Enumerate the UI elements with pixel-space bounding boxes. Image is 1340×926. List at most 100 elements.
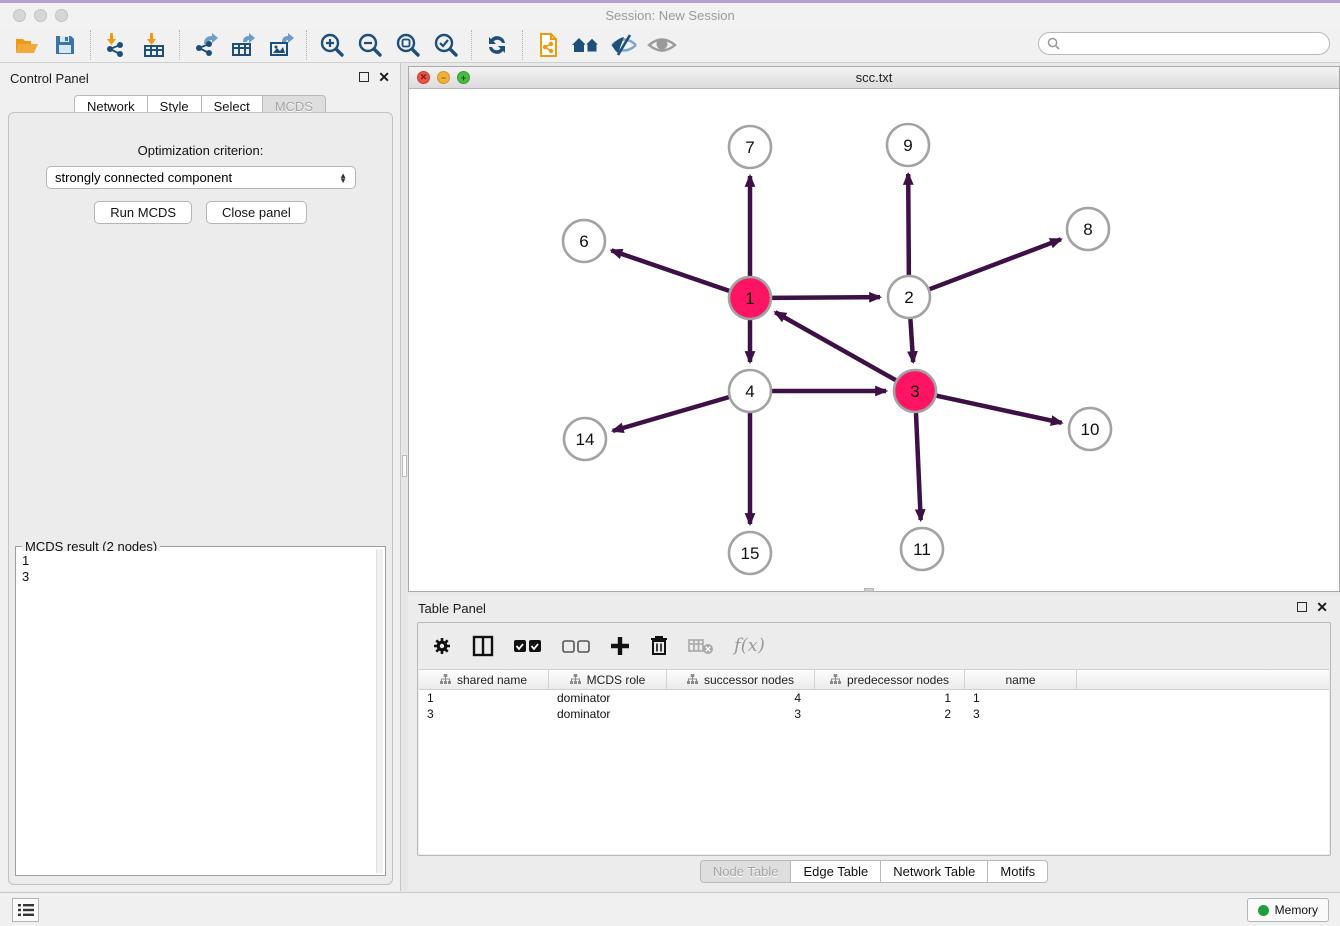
table-cell[interactable]: 1 <box>815 690 965 706</box>
columns-icon[interactable] <box>472 635 494 657</box>
dropdown-stepper-icon: ▲▼ <box>339 173 347 183</box>
table-toolbar: f(x) <box>418 623 1330 668</box>
float-panel-icon[interactable] <box>359 72 369 82</box>
export-image-icon <box>268 32 294 58</box>
node-table-container: f(x) shared nameMCDS rolesuccessor nodes… <box>417 622 1331 856</box>
control-panel-title: Control Panel <box>10 71 89 86</box>
zoom-selected-button[interactable] <box>429 30 463 60</box>
network-from-file-button[interactable] <box>531 30 565 60</box>
edge-4-14[interactable] <box>613 397 729 431</box>
main-toolbar <box>0 28 1340 63</box>
export-network-button[interactable] <box>188 30 222 60</box>
edge-2-9[interactable] <box>908 174 909 275</box>
float-table-panel-icon[interactable] <box>1297 602 1307 612</box>
export-image-button[interactable] <box>264 30 298 60</box>
export-table-button[interactable] <box>226 30 260 60</box>
network-window-titlebar[interactable]: ✕ − + scc.txt <box>409 67 1339 89</box>
show-task-history-button[interactable] <box>12 898 39 922</box>
attribute-tree-icon <box>570 674 581 685</box>
network-canvas[interactable]: 7968124314101511 <box>409 89 1339 591</box>
import-network-button[interactable] <box>99 30 133 60</box>
column-header-name[interactable]: name <box>965 670 1077 689</box>
close-panel-button[interactable]: Close panel <box>206 201 307 224</box>
tab-edge-table[interactable]: Edge Table <box>790 860 880 883</box>
criterion-dropdown[interactable]: strongly connected component ▲▼ <box>46 166 356 189</box>
edge-3-1[interactable] <box>775 312 896 380</box>
mcds-result-list[interactable]: 13 <box>18 551 376 873</box>
zoom-in-button[interactable] <box>315 30 349 60</box>
run-mcds-button[interactable]: Run MCDS <box>94 201 192 224</box>
network-resize-handle[interactable] <box>864 588 874 592</box>
table-cell[interactable]: 3 <box>965 706 1077 722</box>
node-label-2: 2 <box>904 288 913 307</box>
table-body[interactable]: 1dominator4113dominator323 <box>419 690 1329 722</box>
column-header-predecessor-nodes[interactable]: predecessor nodes <box>815 670 965 689</box>
table-row[interactable]: 1dominator411 <box>419 690 1329 706</box>
home-layouts-button[interactable] <box>569 30 603 60</box>
table-cell[interactable]: dominator <box>549 690 667 706</box>
tab-motifs[interactable]: Motifs <box>987 860 1048 883</box>
table-cell[interactable]: 2 <box>815 706 965 722</box>
toggle-graphics-details-button[interactable] <box>607 30 641 60</box>
function-builder-icon[interactable]: f(x) <box>734 635 765 656</box>
edge-1-2[interactable] <box>772 297 880 298</box>
node-label-4: 4 <box>745 382 754 401</box>
node-label-9: 9 <box>903 136 912 155</box>
search-icon <box>1047 37 1060 50</box>
select-all-checkboxes-icon[interactable] <box>514 639 542 653</box>
show-hide-button[interactable] <box>645 30 679 60</box>
memory-button[interactable]: Memory <box>1247 898 1329 922</box>
search-input[interactable] <box>1060 37 1329 51</box>
edge-3-10[interactable] <box>936 396 1061 423</box>
refresh-button[interactable] <box>480 30 514 60</box>
add-row-icon[interactable] <box>610 636 630 656</box>
open-file-button[interactable] <box>10 30 44 60</box>
column-header-MCDS-role[interactable]: MCDS role <box>549 670 667 689</box>
attribute-tree-icon <box>687 674 698 685</box>
column-header-successor-nodes[interactable]: successor nodes <box>667 670 815 689</box>
mcds-panel: Optimization criterion: strongly connect… <box>8 112 393 885</box>
edge-1-6[interactable] <box>611 250 729 290</box>
table-cell[interactable]: 1 <box>965 690 1077 706</box>
table-cell[interactable]: 1 <box>419 690 549 706</box>
delete-table-icon[interactable] <box>688 637 714 655</box>
edge-2-3[interactable] <box>910 319 913 362</box>
table-cell[interactable]: 3 <box>667 706 815 722</box>
panel-splitter[interactable] <box>401 63 408 891</box>
table-panel-title: Table Panel <box>418 601 486 616</box>
close-table-panel-icon[interactable]: ✕ <box>1316 602 1328 612</box>
search-field[interactable] <box>1038 32 1330 55</box>
table-cell[interactable]: 4 <box>667 690 815 706</box>
zoom-fit-button[interactable] <box>391 30 425 60</box>
split-eye-icon <box>610 32 638 58</box>
table-panel-tabs: Node TableEdge TableNetwork TableMotifs <box>408 860 1340 883</box>
tab-node-table[interactable]: Node Table <box>700 860 791 883</box>
delete-row-icon[interactable] <box>650 635 668 656</box>
settings-gear-icon[interactable] <box>432 636 452 656</box>
zoom-out-button[interactable] <box>353 30 387 60</box>
edge-2-8[interactable] <box>930 239 1061 289</box>
save-session-button[interactable] <box>48 30 82 60</box>
toolbar-separator <box>179 30 180 60</box>
attribute-tree-icon <box>830 674 841 685</box>
table-header-row[interactable]: shared nameMCDS rolesuccessor nodesprede… <box>419 669 1329 690</box>
application-window: Session: New Session <box>0 0 1340 926</box>
splitter-handle[interactable] <box>402 455 407 477</box>
tab-network-table[interactable]: Network Table <box>880 860 987 883</box>
network-graph[interactable]: 7968124314101511 <box>409 89 1339 591</box>
close-panel-icon[interactable]: ✕ <box>378 72 390 82</box>
table-row[interactable]: 3dominator323 <box>419 706 1329 722</box>
node-table[interactable]: shared nameMCDS rolesuccessor nodesprede… <box>419 669 1329 854</box>
table-cell[interactable]: dominator <box>549 706 667 722</box>
import-table-button[interactable] <box>137 30 171 60</box>
table-cell[interactable]: 3 <box>419 706 549 722</box>
mcds-result-box: MCDS result (2 nodes) 13 <box>15 546 386 876</box>
titlebar: Session: New Session <box>0 3 1340 28</box>
import-table-icon <box>141 32 167 58</box>
result-scrollbar[interactable] <box>376 549 383 873</box>
edge-3-11[interactable] <box>916 413 921 520</box>
node-label-14: 14 <box>576 430 595 449</box>
column-header-shared-name[interactable]: shared name <box>419 670 549 689</box>
deselect-all-checkboxes-icon[interactable] <box>562 639 590 653</box>
result-line: 3 <box>22 569 372 585</box>
